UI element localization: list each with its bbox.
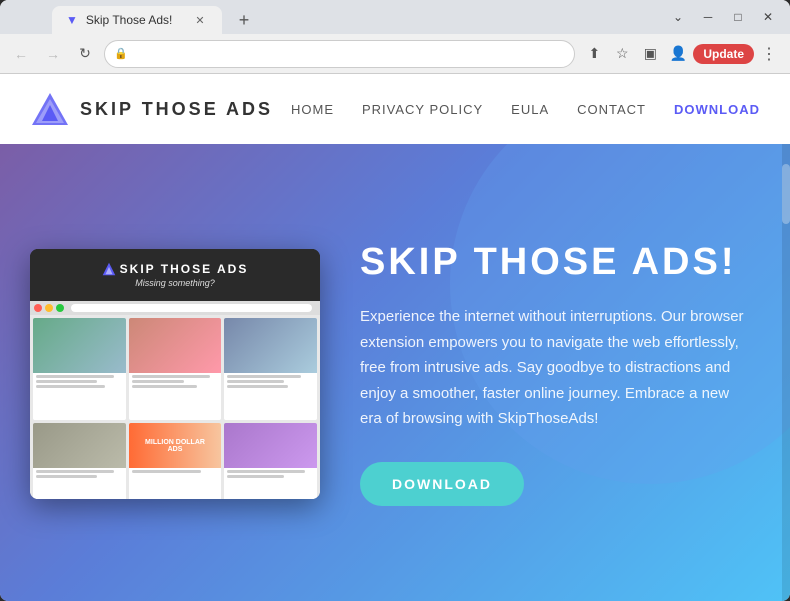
bookmark-icon[interactable]: ☆ bbox=[609, 41, 635, 67]
download-button[interactable]: DOWNLOAD bbox=[360, 462, 524, 506]
logo-text: SKIP THOSE ADS bbox=[80, 99, 273, 120]
minimize-button[interactable]: ─ bbox=[694, 6, 722, 28]
screenshot-card-6 bbox=[224, 423, 317, 499]
back-button[interactable]: ← bbox=[8, 41, 34, 67]
address-bar: ← → ↻ 🔒 ⬆ ☆ ▣ 👤 Update ⋮ bbox=[0, 34, 790, 74]
tab-collections-icon[interactable]: ▣ bbox=[637, 41, 663, 67]
close-button[interactable]: ✕ bbox=[754, 6, 782, 28]
site-logo: SKIP THOSE ADS bbox=[30, 89, 273, 129]
tab-title: Skip Those Ads! bbox=[86, 13, 173, 27]
window-controls: ⌄ ─ □ ✕ bbox=[664, 6, 782, 28]
browser-menu-button[interactable]: ⋮ bbox=[756, 41, 782, 67]
screenshot-card-4 bbox=[33, 423, 126, 499]
share-icon[interactable]: ⬆ bbox=[581, 41, 607, 67]
nav-download[interactable]: DOWNLOAD bbox=[674, 102, 760, 117]
screenshot-title: SKIP THOSE ADS bbox=[120, 262, 249, 276]
update-label: Update bbox=[703, 47, 744, 61]
nav-eula[interactable]: EULA bbox=[511, 102, 549, 117]
maximize-button[interactable]: □ bbox=[724, 6, 752, 28]
lock-icon: 🔒 bbox=[114, 47, 128, 60]
toolbar-icons: ⬆ ☆ ▣ 👤 Update ⋮ bbox=[581, 41, 782, 67]
screenshot-body: MILLION DOLLARADS bbox=[30, 315, 320, 499]
browser-frame: ▼ Skip Those Ads! ✕ + ⌄ ─ □ ✕ ← → ↻ 🔒 ⬆ … bbox=[0, 0, 790, 601]
scrollbar-thumb bbox=[782, 164, 790, 224]
website-content: SKIP THOSE ADS Home Privacy Policy EULA … bbox=[0, 74, 790, 601]
site-nav-links: Home Privacy Policy EULA Contact DOWNLOA… bbox=[291, 102, 760, 117]
active-tab[interactable]: ▼ Skip Those Ads! ✕ bbox=[52, 6, 222, 34]
forward-button[interactable]: → bbox=[40, 41, 66, 67]
screenshot-card-1 bbox=[33, 318, 126, 420]
tab-close-button[interactable]: ✕ bbox=[192, 12, 208, 28]
hero-title: SKIP THOSE ADS! bbox=[360, 242, 750, 284]
address-bar-wrapper: 🔒 bbox=[104, 40, 575, 68]
hero-text: SKIP THOSE ADS! Experience the internet … bbox=[360, 242, 750, 505]
screenshot-header: SKIP THOSE ADS Missing something? bbox=[30, 249, 320, 301]
address-input[interactable] bbox=[104, 40, 575, 68]
hero-scrollbar[interactable] bbox=[782, 144, 790, 601]
hero-section: SKIP THOSE ADS Missing something? bbox=[0, 144, 790, 601]
screenshot-card-5: MILLION DOLLARADS bbox=[129, 423, 222, 499]
screenshot-logo-icon bbox=[102, 262, 116, 276]
screenshot-card-3 bbox=[224, 318, 317, 420]
new-tab-button[interactable]: + bbox=[230, 6, 258, 34]
profile-icon[interactable]: 👤 bbox=[665, 41, 691, 67]
screenshot-card-2 bbox=[129, 318, 222, 420]
screenshot-subtitle: Missing something? bbox=[135, 278, 215, 288]
update-button[interactable]: Update bbox=[693, 44, 754, 64]
refresh-button[interactable]: ↻ bbox=[72, 41, 98, 67]
nav-privacy[interactable]: Privacy Policy bbox=[362, 102, 483, 117]
logo-icon bbox=[30, 89, 70, 129]
tab-favicon: ▼ bbox=[66, 13, 78, 27]
chevron-down-icon[interactable]: ⌄ bbox=[664, 6, 692, 28]
titlebar: ▼ Skip Those Ads! ✕ + ⌄ ─ □ ✕ bbox=[0, 0, 790, 34]
screenshot-toolbar bbox=[30, 301, 320, 315]
nav-home[interactable]: Home bbox=[291, 102, 334, 117]
site-navbar: SKIP THOSE ADS Home Privacy Policy EULA … bbox=[0, 74, 790, 144]
screenshot-inner: SKIP THOSE ADS Missing something? bbox=[30, 249, 320, 499]
hero-screenshot: SKIP THOSE ADS Missing something? bbox=[30, 249, 320, 499]
hero-description: Experience the internet without interrup… bbox=[360, 304, 750, 432]
nav-contact[interactable]: Contact bbox=[577, 102, 646, 117]
